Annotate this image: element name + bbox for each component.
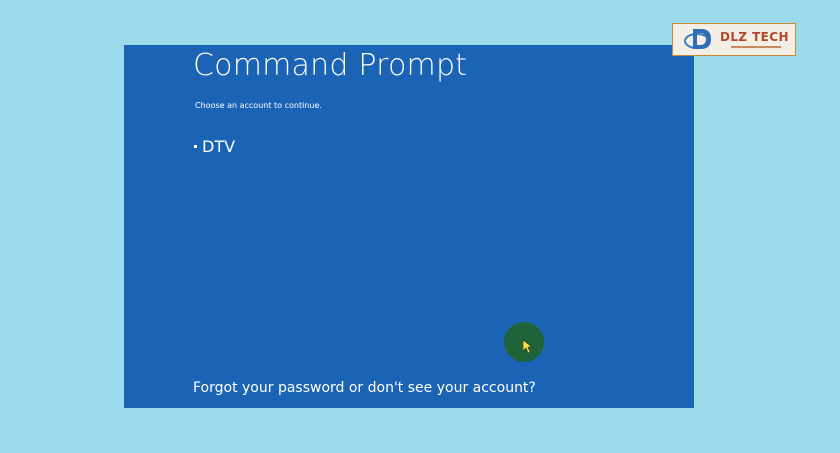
account-name: DTV [202,137,236,156]
logo-tagline-mark [731,46,781,48]
page-title: Command Prompt [193,48,468,83]
logo-brand-text: DLZ TECH [720,30,789,44]
account-item-dtv[interactable]: DTV [194,137,235,156]
bullet-icon [194,145,197,148]
page-subtitle: Choose an account to continue. [195,101,322,110]
dlz-tech-logo-icon [684,29,711,49]
recovery-screen: Command Prompt Choose an account to cont… [124,45,694,408]
mouse-pointer-icon [523,340,533,354]
forgot-password-link[interactable]: Forgot your password or don't see your a… [193,380,536,396]
cursor-highlight [504,322,544,362]
dlz-tech-watermark: DLZ TECH [672,23,796,56]
